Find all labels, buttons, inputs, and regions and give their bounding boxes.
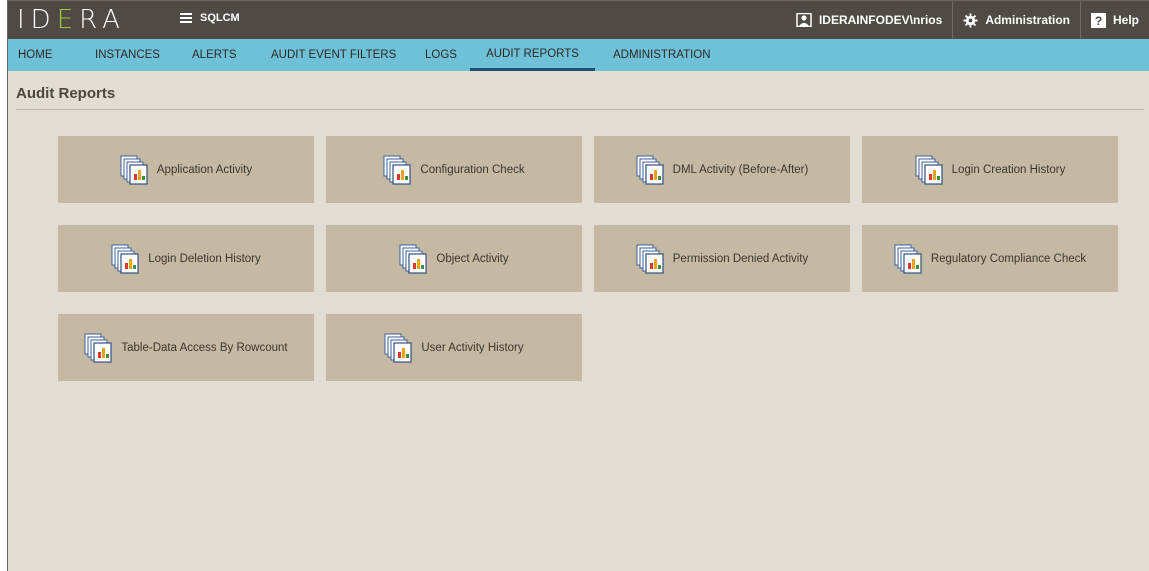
nav-audit-event-filters[interactable]: AUDIT EVENT FILTERS (271, 39, 396, 71)
report-icon (915, 155, 945, 185)
report-user-activity-history[interactable]: User Activity History (326, 314, 582, 381)
main-nav: HOME INSTANCES ALERTS AUDIT EVENT FILTER… (8, 39, 1149, 71)
gear-icon (963, 12, 978, 28)
report-label: Table-Data Access By Rowcount (121, 341, 288, 354)
administration-label: Administration (985, 13, 1070, 27)
user-menu[interactable]: IDERAINFODEV\nrios (786, 1, 952, 39)
report-dml-activity[interactable]: DML Activity (Before-After) (594, 136, 850, 203)
help-menu[interactable]: ? Help (1079, 1, 1149, 39)
nav-home[interactable]: HOME (18, 39, 53, 71)
nav-logs[interactable]: LOGS (425, 39, 457, 71)
nav-audit-reports[interactable]: AUDIT REPORTS (470, 39, 595, 71)
report-icon (120, 155, 150, 185)
report-regulatory-compliance-check[interactable]: Regulatory Compliance Check (862, 225, 1118, 292)
report-icon (636, 244, 666, 274)
nav-instances[interactable]: INSTANCES (95, 39, 160, 71)
report-login-creation-history[interactable]: Login Creation History (862, 136, 1118, 203)
report-label: User Activity History (421, 341, 524, 354)
report-icon (636, 155, 666, 185)
report-label: Object Activity (436, 252, 509, 265)
report-icon (383, 155, 413, 185)
hamburger-icon[interactable] (180, 13, 192, 23)
report-label: Regulatory Compliance Check (930, 252, 1087, 265)
report-label: Configuration Check (420, 163, 525, 176)
help-label: Help (1112, 13, 1139, 27)
administration-menu[interactable]: Administration (952, 1, 1080, 39)
report-icon (399, 244, 429, 274)
report-label: Application Activity (156, 163, 253, 176)
report-label: Login Deletion History (148, 252, 261, 265)
title-divider (16, 109, 1144, 110)
report-icon (384, 333, 414, 363)
logo-text-accent: E (56, 5, 80, 35)
top-bar: ID E RA SQLCM IDERAINFODEV\nrios Adminis… (8, 1, 1149, 39)
report-icon (84, 333, 114, 363)
report-label: Login Creation History (951, 163, 1066, 176)
help-icon: ? (1090, 12, 1106, 28)
product-menu[interactable]: SQLCM (180, 12, 240, 24)
report-application-activity[interactable]: Application Activity (58, 136, 314, 203)
report-login-deletion-history[interactable]: Login Deletion History (58, 225, 314, 292)
logo-text-end: RA (79, 5, 126, 35)
nav-alerts[interactable]: ALERTS (192, 39, 237, 71)
report-label: DML Activity (Before-After) (672, 163, 809, 176)
report-permission-denied-activity[interactable]: Permission Denied Activity (594, 225, 850, 292)
report-table-data-access-by-rowcount[interactable]: Table-Data Access By Rowcount (58, 314, 314, 381)
report-icon (111, 244, 141, 274)
report-configuration-check[interactable]: Configuration Check (326, 136, 582, 203)
app-frame: ID E RA SQLCM IDERAINFODEV\nrios Adminis… (7, 0, 1149, 571)
nav-administration[interactable]: ADMINISTRATION (613, 39, 711, 71)
top-right-menu: IDERAINFODEV\nrios Administration ? Help (786, 1, 1149, 39)
report-object-activity[interactable]: Object Activity (326, 225, 582, 292)
user-name: IDERAINFODEV\nrios (818, 13, 943, 27)
product-name: SQLCM (200, 12, 240, 24)
svg-text:?: ? (1095, 14, 1102, 28)
idera-logo[interactable]: ID E RA (17, 6, 126, 34)
user-icon (796, 13, 812, 27)
logo-text-start: ID (17, 5, 57, 35)
report-icon (894, 244, 924, 274)
report-label: Permission Denied Activity (672, 252, 809, 265)
page-title: Audit Reports (16, 85, 116, 102)
